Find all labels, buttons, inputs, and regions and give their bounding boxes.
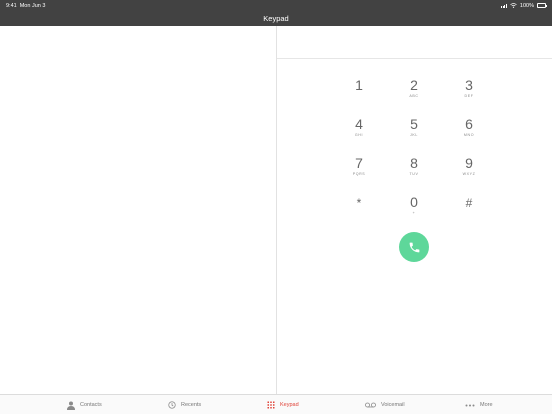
key-digit: 0 xyxy=(410,194,418,210)
tab-bar: Contacts Recents Keypad Voicemail More xyxy=(0,394,552,414)
key-digit: * xyxy=(356,196,362,210)
key-letters: WXYZ xyxy=(462,172,476,176)
tab-label: Voicemail xyxy=(381,402,405,408)
key-digit: 9 xyxy=(465,155,473,171)
phone-icon xyxy=(409,242,419,252)
tab-label: Keypad xyxy=(280,402,299,408)
key-letters: JKL xyxy=(410,133,418,137)
battery-percent: 100% xyxy=(519,2,534,9)
tab-label: More xyxy=(480,402,493,408)
clock-icon xyxy=(168,401,176,409)
key-star[interactable]: * xyxy=(341,196,377,224)
tab-label: Recents xyxy=(181,402,202,408)
key-letters: DEF xyxy=(464,94,474,98)
key-letters: PQRS xyxy=(352,172,366,176)
key-letters: + xyxy=(412,211,416,215)
key-letters: MNO xyxy=(463,133,475,137)
key-hash[interactable]: # xyxy=(451,196,487,224)
key-digit: 8 xyxy=(410,155,418,171)
key-digit: 5 xyxy=(410,116,418,132)
keypad-icon xyxy=(267,401,275,409)
signal-icon xyxy=(501,3,507,8)
key-5[interactable]: 5 JKL xyxy=(396,117,432,145)
key-letters: GHI xyxy=(354,133,364,137)
key-letters: ABC xyxy=(409,94,419,98)
key-4[interactable]: 4 GHI xyxy=(341,117,377,145)
keypad-pane: 1 2 ABC 3 DEF 4 GHI 5 JKL 6 MNO 7 PQRS 8… xyxy=(277,26,552,394)
nav-bar: Keypad xyxy=(0,11,552,26)
status-left: 9:41 Mon Jun 3 xyxy=(6,3,45,9)
key-letters: TUV xyxy=(409,172,419,176)
tab-contacts[interactable]: Contacts xyxy=(67,395,102,414)
tab-voicemail[interactable]: Voicemail xyxy=(365,395,405,414)
status-time: 9:41 xyxy=(6,2,17,9)
key-digit: 4 xyxy=(355,116,363,132)
dialed-number-field[interactable] xyxy=(277,26,552,59)
voicemail-icon xyxy=(365,402,376,408)
key-digit: 1 xyxy=(355,77,363,93)
tab-recents[interactable]: Recents xyxy=(168,395,201,414)
key-1[interactable]: 1 xyxy=(341,78,377,106)
status-bar: 9:41 Mon Jun 3 100% xyxy=(0,0,552,11)
more-icon xyxy=(465,404,475,406)
key-8[interactable]: 8 TUV xyxy=(396,156,432,184)
key-9[interactable]: 9 WXYZ xyxy=(451,156,487,184)
person-icon xyxy=(67,401,75,410)
tab-keypad[interactable]: Keypad xyxy=(267,395,299,414)
key-digit: 3 xyxy=(465,77,473,93)
key-digit: 6 xyxy=(465,116,473,132)
key-3[interactable]: 3 DEF xyxy=(451,78,487,106)
left-pane xyxy=(0,26,276,394)
wifi-icon xyxy=(510,3,517,8)
key-digit: 7 xyxy=(355,155,363,171)
status-date: Mon Jun 3 xyxy=(19,2,46,9)
key-7[interactable]: 7 PQRS xyxy=(341,156,377,184)
key-digit: 2 xyxy=(410,77,418,93)
key-6[interactable]: 6 MNO xyxy=(451,117,487,145)
tab-more[interactable]: More xyxy=(465,395,493,414)
battery-icon xyxy=(537,3,547,8)
key-0[interactable]: 0 + xyxy=(396,195,432,223)
tab-label: Contacts xyxy=(80,402,102,408)
call-button[interactable] xyxy=(399,232,429,262)
key-2[interactable]: 2 ABC xyxy=(396,78,432,106)
nav-title: Keypad xyxy=(263,14,289,23)
key-digit: # xyxy=(465,196,473,210)
status-right: 100% xyxy=(501,2,547,9)
